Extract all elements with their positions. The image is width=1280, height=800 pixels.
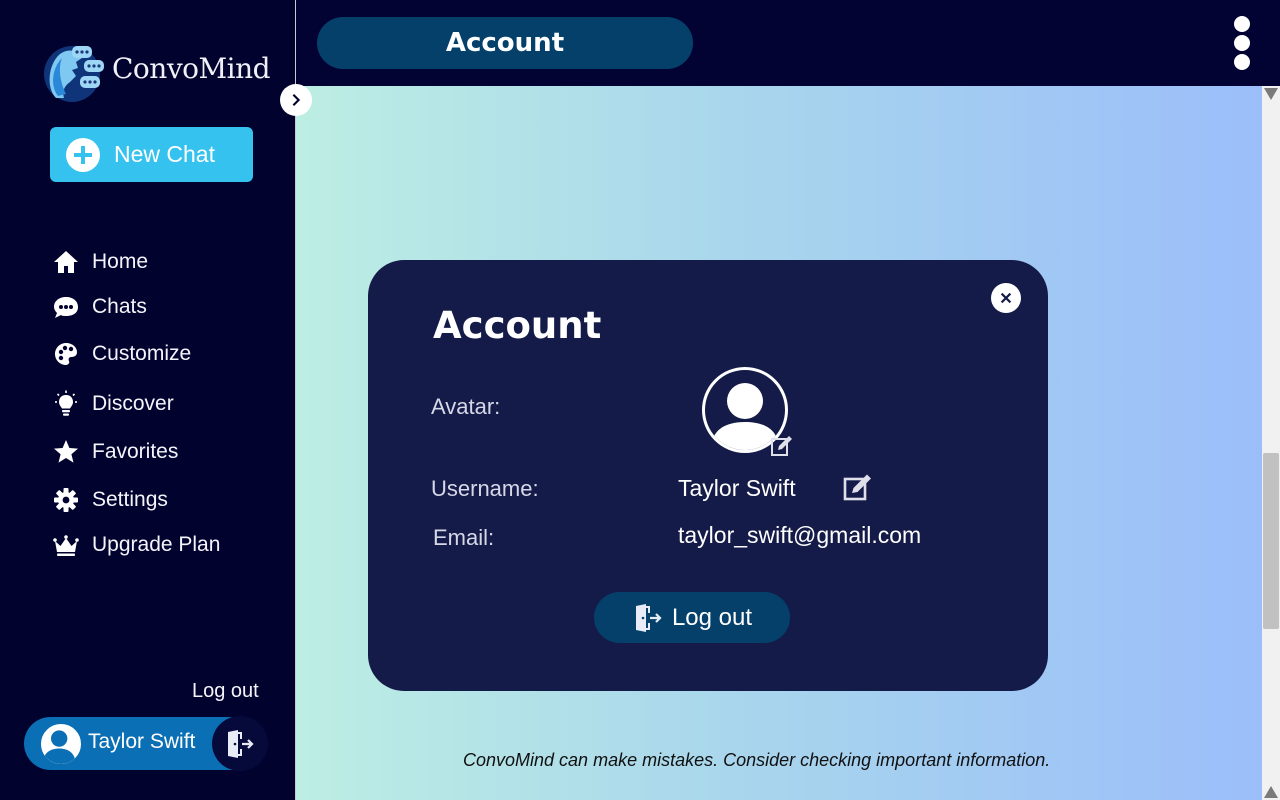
- email-label: Email:: [433, 525, 495, 550]
- user-avatar-icon: [42, 730, 76, 764]
- user-profile-pill[interactable]: Taylor Swift: [24, 716, 268, 771]
- account-dialog: Account Avatar: Username: Taylor Swift E…: [368, 260, 1048, 691]
- sidebar-logout-link[interactable]: Log out: [192, 680, 259, 703]
- avatar-label: Avatar:: [431, 394, 501, 419]
- sidebar-item-label: Home: [92, 250, 149, 273]
- star-icon: [54, 440, 78, 463]
- more-options-icon[interactable]: [1228, 16, 1256, 72]
- close-button[interactable]: [991, 283, 1021, 313]
- sidebar-item-chats[interactable]: Chats: [52, 289, 282, 325]
- disclaimer-text: ConvoMind can make mistakes. Consider ch…: [463, 750, 1051, 770]
- new-chat-label: New Chat: [114, 141, 215, 167]
- top-bar: Account: [296, 0, 1280, 86]
- logout-button-label: Log out: [671, 603, 753, 631]
- email-value: taylor_swift@gmail.com: [678, 522, 922, 548]
- sidebar-item-customize[interactable]: Customize: [52, 336, 282, 372]
- crown-icon: [53, 535, 79, 556]
- brand-name: ConvoMind: [112, 52, 271, 85]
- avatar: [39, 722, 83, 766]
- sidebar-item-upgrade-plan[interactable]: Upgrade Plan: [52, 527, 282, 563]
- sidebar-item-label: Favorites: [92, 440, 179, 463]
- username-label: Username:: [431, 476, 539, 501]
- sidebar-exit-button[interactable]: [212, 716, 268, 771]
- plus-icon: [66, 137, 100, 172]
- user-name: Taylor Swift: [88, 730, 196, 753]
- chat-bubble-icon: [54, 297, 78, 318]
- username-value: Taylor Swift: [678, 475, 796, 501]
- scrollbar-thumb[interactable]: [1263, 453, 1279, 629]
- sidebar: ConvoMind New Chat Home Chats Customize …: [0, 0, 296, 800]
- brand[interactable]: ConvoMind: [38, 38, 271, 104]
- scroll-down-icon[interactable]: [1264, 786, 1278, 798]
- brand-logo-icon: [44, 46, 104, 102]
- palette-icon: [55, 343, 77, 365]
- chevron-right-icon: [292, 94, 301, 106]
- sidebar-item-discover[interactable]: Discover: [52, 386, 282, 422]
- lightbulb-icon: [55, 390, 77, 416]
- sidebar-item-label: Discover: [92, 392, 174, 415]
- sidebar-item-label: Settings: [92, 488, 168, 511]
- door-exit-icon: [635, 603, 662, 632]
- home-icon: [54, 251, 78, 273]
- sidebar-item-label: Upgrade Plan: [92, 533, 221, 556]
- sidebar-item-label: Customize: [92, 342, 192, 365]
- logout-button[interactable]: Log out: [594, 592, 790, 643]
- new-chat-button[interactable]: New Chat: [50, 127, 253, 182]
- sidebar-item-home[interactable]: Home: [52, 244, 282, 280]
- door-exit-icon: [228, 729, 254, 758]
- gear-icon: [54, 488, 78, 512]
- edit-username-icon[interactable]: [842, 472, 874, 504]
- sidebar-item-settings[interactable]: Settings: [52, 482, 282, 518]
- sidebar-item-favorites[interactable]: Favorites: [52, 434, 282, 470]
- dialog-title: Account: [433, 304, 602, 347]
- edit-avatar-icon[interactable]: [770, 434, 794, 458]
- close-icon: [1000, 292, 1012, 304]
- scroll-up-icon[interactable]: [1264, 88, 1278, 100]
- sidebar-collapse-button[interactable]: [280, 84, 312, 116]
- page-title: Account: [445, 28, 565, 58]
- page-title-pill: Account: [317, 17, 693, 69]
- scrollbar[interactable]: [1262, 86, 1280, 800]
- sidebar-item-label: Chats: [92, 295, 147, 318]
